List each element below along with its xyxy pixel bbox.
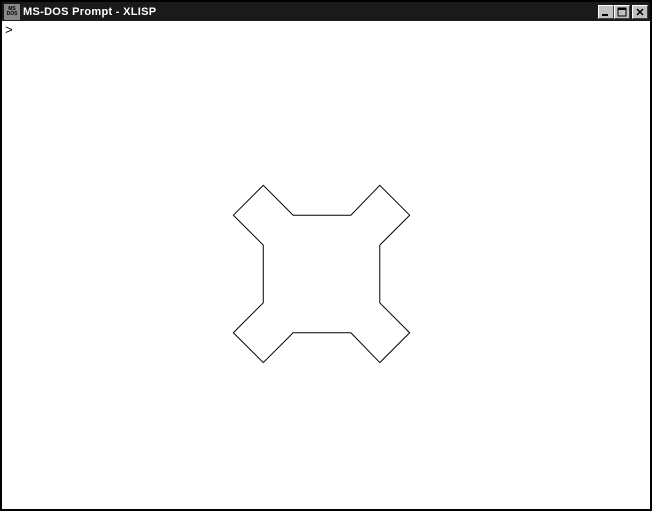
minimize-icon [601,7,611,17]
cross-shape [233,185,409,362]
app-window: MS DOS MS-DOS Prompt - XLISP [0,0,652,511]
maximize-icon [617,7,627,17]
minimize-button[interactable] [598,5,614,19]
close-button[interactable] [632,5,648,19]
console-client-area[interactable]: > [2,21,650,509]
maximize-button[interactable] [614,5,630,19]
icon-text-bot: DOS [7,12,18,17]
system-menu-icon[interactable]: MS DOS [4,4,20,20]
close-icon [635,7,645,17]
titlebar[interactable]: MS DOS MS-DOS Prompt - XLISP [2,2,650,21]
graphics-canvas [2,21,650,509]
window-title: MS-DOS Prompt - XLISP [23,6,598,18]
titlebar-button-group [598,5,648,19]
